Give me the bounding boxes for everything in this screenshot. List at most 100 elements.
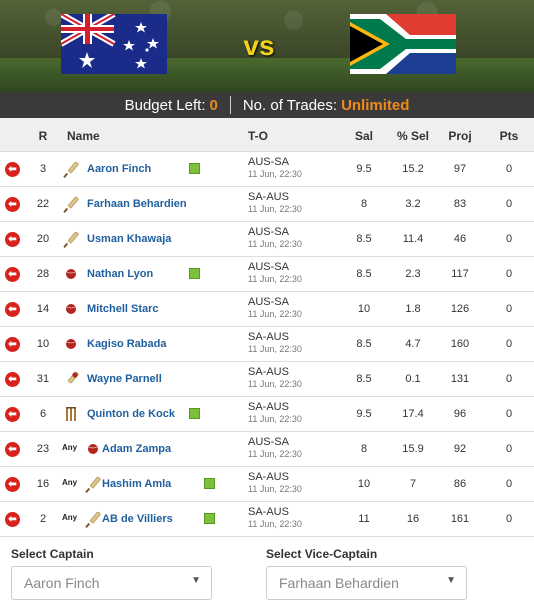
fixture-time: 11 Jun, 22:30	[248, 484, 302, 494]
table-body: ⬅ 3 Aaron Finch AUS-SA 11 Jun, 22:30 9.5 15.2 9…	[0, 152, 534, 537]
player-name-link[interactable]: Adam Zampa	[102, 443, 171, 455]
header-pts[interactable]: Pts	[494, 129, 524, 143]
player-salary: 10	[357, 478, 371, 490]
player-salary: 11	[358, 513, 370, 525]
table-header: R Name T-O Sal % Sel Proj Pts	[0, 118, 534, 152]
header-r[interactable]: R	[30, 129, 56, 143]
table-row[interactable]: ⬅ 3 Aaron Finch AUS-SA 11 Jun, 22:30 9.5 15.2 9…	[0, 152, 534, 187]
player-salary: 9.5	[356, 408, 372, 420]
budget-left-label: Budget Left:	[124, 96, 206, 114]
player-rank: 6	[39, 408, 47, 420]
captain-select[interactable]: Aaron Finch ▼	[11, 566, 212, 600]
vice-captain-select[interactable]: Farhaan Behardien ▼	[266, 566, 467, 600]
player-projection: 97	[453, 163, 467, 175]
table-row[interactable]: ⬅ 28 Nathan Lyon AUS-SA 11 Jun, 22:30 8.5 2.3 1…	[0, 257, 534, 292]
fixture-time: 11 Jun, 22:30	[248, 204, 302, 214]
player-rank: 28	[36, 268, 50, 280]
table-row[interactable]: ⬅ 31 Wayne Parnell SA-AUS 11 Jun, 22:30 8.5 0.…	[0, 362, 534, 397]
table-row[interactable]: ⬅ 2 Any AB de Villiers SA-AUS 11 Jun, 22:30 11…	[0, 502, 534, 537]
budget-left-value: 0	[209, 96, 218, 114]
fixture-teams: SA-AUS	[248, 366, 289, 378]
team-opponent: SA-AUS 11 Jun, 22:30	[248, 471, 302, 495]
fixture-time: 11 Jun, 22:30	[248, 274, 302, 284]
remove-player-button[interactable]: ⬅	[5, 232, 20, 247]
player-name-link[interactable]: Wayne Parnell	[87, 373, 162, 385]
player-selected-percent: 7	[409, 478, 417, 490]
player-selected-percent: 4.7	[405, 338, 421, 350]
remove-player-button[interactable]: ⬅	[5, 442, 20, 457]
fixture-teams: AUS-SA	[248, 226, 289, 238]
header-sel[interactable]: % Sel	[392, 129, 434, 143]
player-selected-percent: 15.9	[402, 443, 424, 455]
any-position-tag: Any	[62, 478, 78, 487]
remove-player-button[interactable]: ⬅	[5, 197, 20, 212]
captain-select-value: Aaron Finch	[24, 575, 100, 591]
player-name-link[interactable]: Mitchell Starc	[87, 303, 159, 315]
player-salary: 9.5	[356, 163, 372, 175]
player-rank: 16	[36, 478, 50, 490]
player-points: 0	[505, 268, 513, 280]
remove-player-button[interactable]: ⬅	[5, 512, 20, 527]
player-selected-percent: 11.4	[402, 233, 424, 245]
player-name-link[interactable]: Kagiso Rabada	[87, 338, 166, 350]
player-name-link[interactable]: AB de Villiers	[102, 513, 173, 525]
player-projection: 117	[451, 268, 469, 280]
fixture-teams: AUS-SA	[248, 436, 289, 448]
player-salary: 8	[360, 198, 368, 210]
player-rank: 23	[36, 443, 50, 455]
remove-player-button[interactable]: ⬅	[5, 477, 20, 492]
fixture-time: 11 Jun, 22:30	[248, 414, 302, 424]
player-selected-percent: 16	[406, 513, 420, 525]
remove-player-button[interactable]: ⬅	[5, 407, 20, 422]
fixture-time: 11 Jun, 22:30	[248, 519, 302, 529]
wicket-icon	[62, 405, 80, 423]
table-row[interactable]: ⬅ 10 Kagiso Rabada SA-AUS 11 Jun, 22:30 8.5 4.…	[0, 327, 534, 362]
player-name-link[interactable]: Aaron Finch	[87, 163, 151, 175]
header-proj[interactable]: Proj	[442, 129, 478, 143]
team-opponent: AUS-SA 11 Jun, 22:30	[248, 436, 302, 460]
remove-player-button[interactable]: ⬅	[5, 337, 20, 352]
match-banner: vs	[0, 0, 534, 92]
header-name[interactable]: Name	[67, 129, 100, 143]
remove-player-button[interactable]: ⬅	[5, 162, 20, 177]
table-row[interactable]: ⬅ 14 Mitchell Starc AUS-SA 11 Jun, 22:30 10 1.…	[0, 292, 534, 327]
team-opponent: AUS-SA 11 Jun, 22:30	[248, 156, 302, 180]
table-row[interactable]: ⬅ 16 Any Hashim Amla SA-AUS 11 Jun, 22:30 10 7 8…	[0, 467, 534, 502]
player-points: 0	[505, 478, 513, 490]
south-africa-flag-icon	[350, 14, 456, 74]
bat-and-ball-icon	[62, 370, 80, 388]
fixture-teams: AUS-SA	[248, 296, 289, 308]
player-name-link[interactable]: Hashim Amla	[102, 478, 171, 490]
bat-icon	[62, 195, 80, 213]
player-points: 0	[505, 303, 513, 315]
table-row[interactable]: ⬅ 20 Usman Khawaja AUS-SA 11 Jun, 22:30 8.5 11…	[0, 222, 534, 257]
fixture-time: 11 Jun, 22:30	[248, 344, 302, 354]
chevron-down-icon: ▼	[191, 575, 201, 586]
remove-player-button[interactable]: ⬅	[5, 302, 20, 317]
team-opponent: SA-AUS 11 Jun, 22:30	[248, 366, 302, 390]
header-to[interactable]: T-O	[248, 129, 268, 143]
team-opponent: SA-AUS 11 Jun, 22:30	[248, 331, 302, 355]
team-opponent: AUS-SA 11 Jun, 22:30	[248, 261, 302, 285]
team-opponent: SA-AUS 11 Jun, 22:30	[248, 401, 302, 425]
player-projection: 161	[450, 513, 470, 525]
remove-player-button[interactable]: ⬅	[5, 372, 20, 387]
fixture-teams: AUS-SA	[248, 156, 289, 168]
player-selected-percent: 0.1	[405, 373, 421, 385]
remove-player-button[interactable]: ⬅	[5, 267, 20, 282]
bat-icon	[62, 230, 80, 248]
table-row[interactable]: ⬅ 6 Quinton de Kock SA-AUS 11 Jun, 22:30 9.5 1…	[0, 397, 534, 432]
table-row[interactable]: ⬅ 22 Farhaan Behardien SA-AUS 11 Jun, 22:30 8…	[0, 187, 534, 222]
vice-captain-label: Select Vice-Captain	[266, 547, 378, 561]
player-name-link[interactable]: Nathan Lyon	[87, 268, 153, 280]
table-row[interactable]: ⬅ 23 Any Adam Zampa AUS-SA 11 Jun, 22:30 8 15.9…	[0, 432, 534, 467]
player-rank: 31	[36, 373, 50, 385]
player-name-link[interactable]: Quinton de Kock	[87, 408, 175, 420]
header-sal[interactable]: Sal	[346, 129, 382, 143]
player-name-link[interactable]: Farhaan Behardien	[87, 198, 187, 210]
divider	[229, 96, 231, 114]
player-name-link[interactable]: Usman Khawaja	[87, 233, 171, 245]
chevron-down-icon: ▼	[446, 575, 456, 586]
any-position-tag: Any	[62, 443, 78, 452]
player-rank: 10	[36, 338, 50, 350]
